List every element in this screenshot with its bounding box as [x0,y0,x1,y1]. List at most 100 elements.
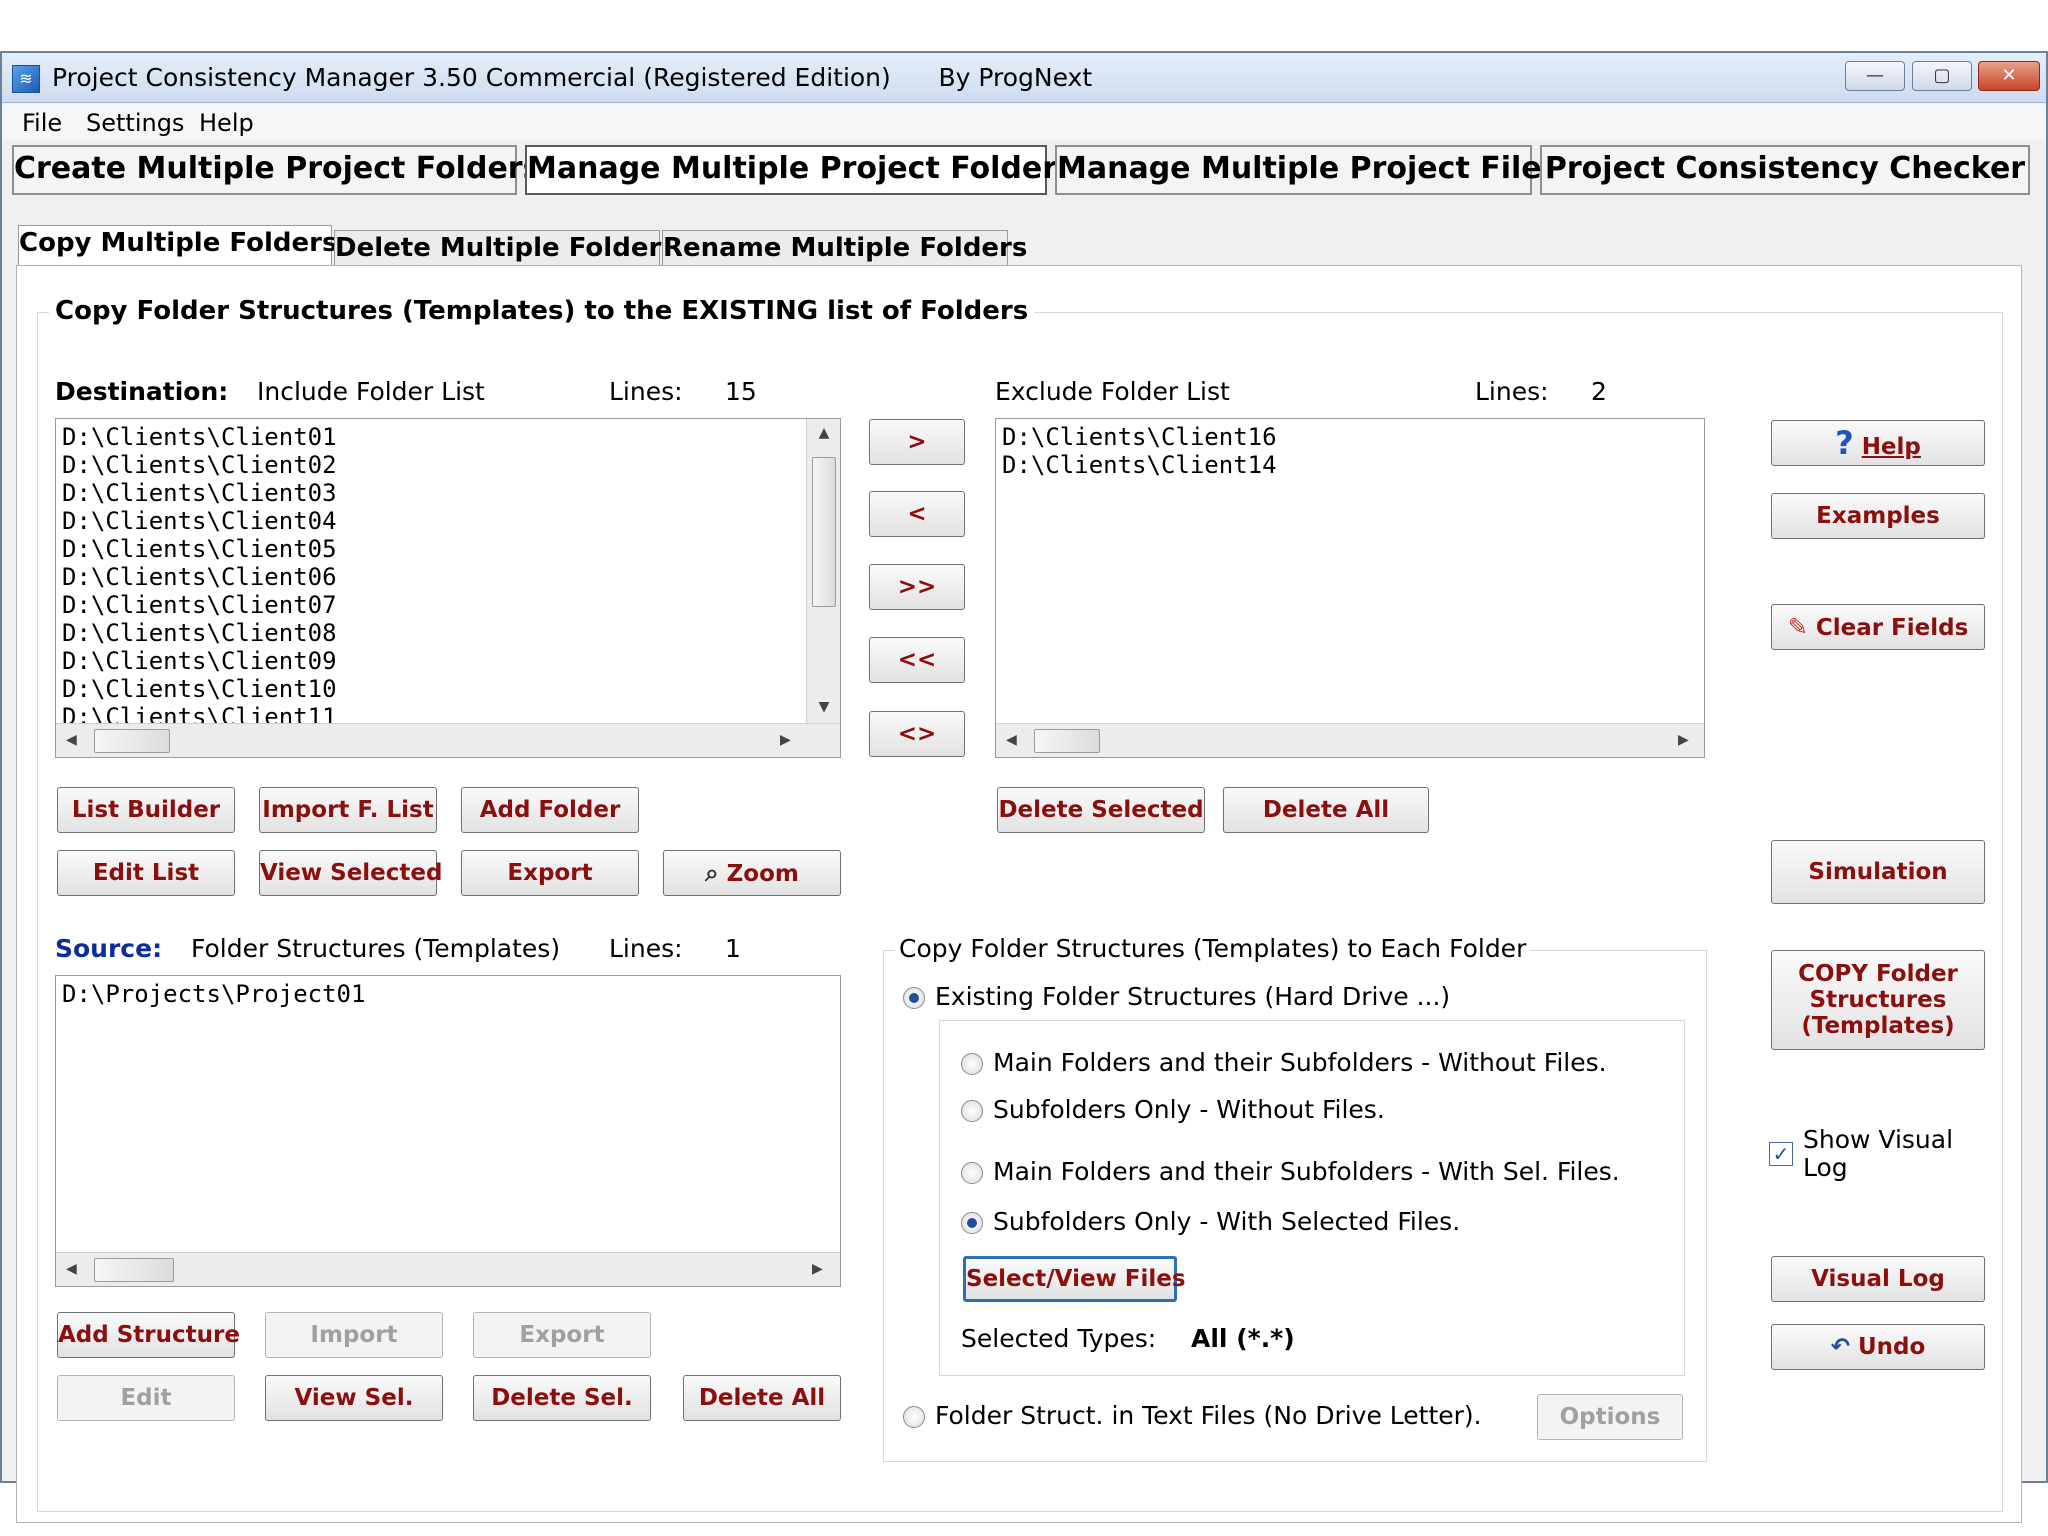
scroll-right-icon[interactable]: ▶ [1678,732,1689,748]
clear-fields-button[interactable]: ✎ Clear Fields [1771,604,1985,650]
import-structure-button[interactable]: Import [265,1312,443,1358]
move-all-left-button[interactable]: << [869,637,965,683]
delete-all-structures-button[interactable]: Delete All [683,1375,841,1421]
undo-button[interactable]: ↶ Undo [1771,1324,1985,1370]
copy-options-title: Copy Folder Structures (Templates) to Ea… [895,934,1531,963]
scroll-right-icon[interactable]: ▶ [812,1261,823,1277]
scroll-left-icon[interactable]: ◀ [66,732,77,748]
select-view-files-button[interactable]: Select/View Files [963,1256,1186,1302]
add-structure-button[interactable]: Add Structure [57,1312,240,1358]
source-lines-value: 1 [725,934,741,963]
list-item[interactable]: D:\Clients\Client05 [56,535,806,563]
list-item[interactable]: D:\Clients\Client06 [56,563,806,591]
destination-lines-value: 15 [725,377,757,406]
list-item[interactable]: D:\Clients\Client04 [56,507,806,535]
export-structure-button[interactable]: Export [473,1312,651,1358]
help-question-icon: ? [1835,424,1854,462]
list-item[interactable]: D:\Clients\Client02 [56,451,806,479]
sub-only-without-files-label: Subfolders Only - Without Files. [993,1095,1385,1124]
scroll-right-icon[interactable]: ▶ [780,732,791,748]
include-vscroll-thumb[interactable] [812,457,836,607]
options-button[interactable]: Options [1537,1394,1683,1440]
delete-selected-button[interactable]: Delete Selected [997,787,1205,833]
zoom-button[interactable]: ⌕ Zoom [663,850,841,896]
move-all-right-button[interactable]: >> [869,564,965,610]
sub-only-without-files-radio[interactable] [961,1100,983,1122]
exclude-hscroll-thumb[interactable] [1034,729,1100,753]
show-visual-log-checkbox[interactable]: ✓ [1769,1142,1793,1166]
menu-file[interactable]: File [22,109,62,137]
list-item[interactable]: D:\Clients\Client08 [56,619,806,647]
swap-lists-button[interactable]: <> [869,711,965,757]
include-horizontal-scrollbar[interactable]: ◀ ▶ [56,723,840,757]
menu-settings[interactable]: Settings [86,109,184,137]
delete-selected-structure-button[interactable]: Delete Sel. [473,1375,651,1421]
source-horizontal-scrollbar[interactable]: ◀ ▶ [56,1252,840,1286]
add-folder-button[interactable]: Add Folder [461,787,639,833]
edit-list-button[interactable]: Edit List [57,850,235,896]
list-item[interactable]: D:\Clients\Client09 [56,647,806,675]
copy-folder-structures-button[interactable]: COPY Folder Structures (Templates) [1771,950,1985,1050]
list-item[interactable]: D:\Projects\Project01 [56,980,836,1008]
view-selected-button[interactable]: View Selected [259,850,442,896]
edit-structure-button[interactable]: Edit [57,1375,235,1421]
import-folder-list-button[interactable]: Import F. List [259,787,437,833]
minimize-button[interactable]: — [1845,61,1905,91]
close-button[interactable]: ✕ [1978,61,2040,91]
help-button[interactable]: ? Help [1771,420,1985,466]
scroll-up-icon[interactable]: ▲ [807,425,840,441]
text-files-radio[interactable] [903,1406,925,1428]
view-selected-structure-button[interactable]: View Sel. [265,1375,443,1421]
list-item[interactable]: D:\Clients\Client14 [996,451,1696,479]
source-list-items: D:\Projects\Project01 [56,980,836,1008]
list-item[interactable]: D:\Clients\Client07 [56,591,806,619]
title-bar[interactable]: ≋ Project Consistency Manager 3.50 Comme… [2,53,2046,103]
help-label: Help [1861,434,1921,460]
move-left-button[interactable]: < [869,491,965,537]
include-folder-list[interactable]: D:\Clients\Client01 D:\Clients\Client02 … [55,418,841,758]
exclude-horizontal-scrollbar[interactable]: ◀ ▶ [996,723,1704,757]
source-hscroll-thumb[interactable] [94,1258,174,1282]
simulation-button[interactable]: Simulation [1771,840,1985,904]
list-item[interactable]: D:\Clients\Client03 [56,479,806,507]
tab-project-consistency-checker[interactable]: Project Consistency Checker [1540,145,2030,195]
list-builder-button[interactable]: List Builder [57,787,235,833]
scroll-left-icon[interactable]: ◀ [1006,732,1017,748]
export-list-button[interactable]: Export [461,850,639,896]
source-list-title: Folder Structures (Templates) [191,934,561,963]
maximize-button[interactable]: ▢ [1912,61,1972,91]
source-structure-list[interactable]: D:\Projects\Project01 ◀ ▶ [55,975,841,1287]
zoom-label: Zoom [726,861,799,887]
move-right-button[interactable]: > [869,419,965,465]
include-hscroll-thumb[interactable] [94,729,170,753]
main-and-sub-with-files-radio[interactable] [961,1162,983,1184]
tab-manage-multiple-project-files[interactable]: Manage Multiple Project Files [1055,145,1560,195]
subtab-rename-multiple-folders[interactable]: Rename Multiple Folders [662,230,1027,266]
tab-manage-multiple-project-folders[interactable]: Manage Multiple Project Folders [525,145,1075,195]
zoom-icon: ⌕ [705,859,719,887]
tab-create-multiple-project-folders[interactable]: Create Multiple Project Folders [12,145,540,195]
exclude-folder-list[interactable]: D:\Clients\Client16 D:\Clients\Client14 … [995,418,1705,758]
examples-button[interactable]: Examples [1771,493,1985,539]
main-and-sub-without-files-radio[interactable] [961,1053,983,1075]
include-vertical-scrollbar[interactable]: ▲ ▼ [806,419,840,723]
scroll-left-icon[interactable]: ◀ [66,1261,77,1277]
selected-types-label: Selected Types: [961,1324,1157,1353]
existing-structures-label: Existing Folder Structures (Hard Drive .… [935,982,1451,1011]
window-title: Project Consistency Manager 3.50 Commerc… [52,63,1093,92]
show-visual-log-line: Show Visual [1803,1125,1954,1154]
list-item[interactable]: D:\Clients\Client10 [56,675,806,703]
menu-bar: File Settings Help [2,104,2046,140]
menu-help[interactable]: Help [199,109,254,137]
scroll-down-icon[interactable]: ▼ [807,699,840,715]
list-item[interactable]: D:\Clients\Client01 [56,423,806,451]
sub-only-with-files-radio[interactable] [961,1212,983,1234]
visual-log-button[interactable]: Visual Log [1771,1256,1985,1302]
subtab-delete-multiple-folders[interactable]: Delete Multiple Folders [334,230,677,266]
subtab-copy-multiple-folders[interactable]: Copy Multiple Folders [18,225,337,267]
copy-button-line: (Templates) [1801,1013,1955,1039]
show-visual-log-line: Log [1803,1153,1848,1182]
existing-structures-radio[interactable] [903,987,925,1009]
delete-all-excluded-button[interactable]: Delete All [1223,787,1429,833]
list-item[interactable]: D:\Clients\Client16 [996,423,1696,451]
